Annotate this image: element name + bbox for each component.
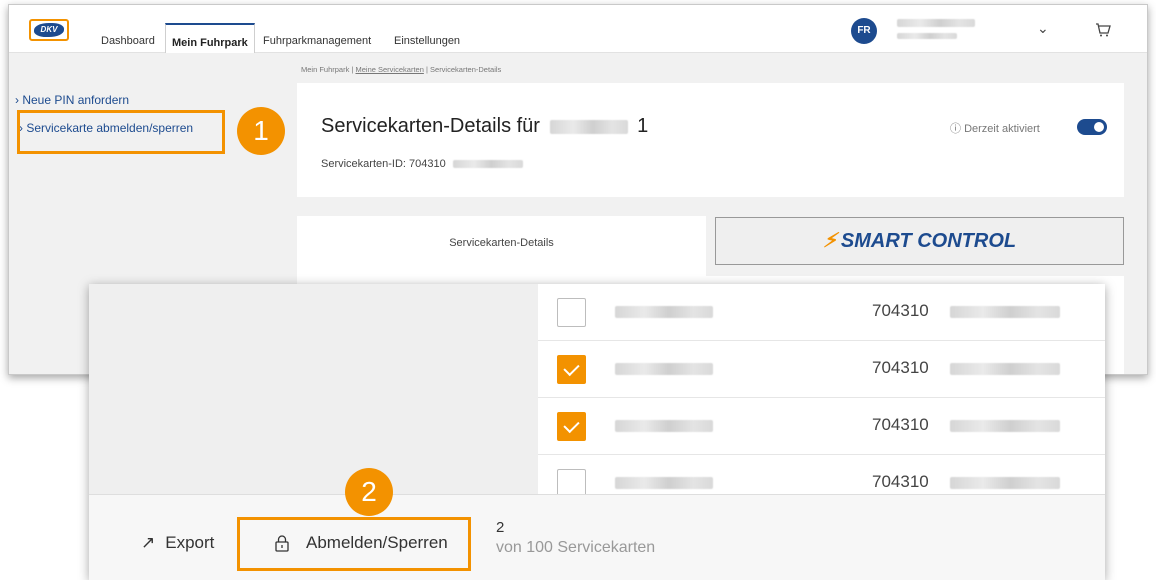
breadcrumb: Mein Fuhrpark | Meine Servicekarten | Se… bbox=[301, 65, 502, 74]
empty-panel bbox=[89, 284, 538, 494]
card-list-screenshot: 704310 704310 704310 704310 ↗ Export Abm… bbox=[89, 284, 1105, 580]
status-label: ⓘ Derzeit aktiviert bbox=[950, 123, 1040, 135]
tab-smart-control[interactable]: ⚡︎ SMART CONTROL bbox=[715, 217, 1124, 265]
card-number: 704310 bbox=[872, 358, 929, 377]
card-name-redacted bbox=[615, 420, 713, 432]
sidebar-item-new-pin[interactable]: › Neue PIN anfordern bbox=[15, 93, 129, 107]
list-item[interactable]: 704310 bbox=[538, 398, 1105, 455]
card-number: 704310 bbox=[872, 301, 929, 320]
user-company-redacted bbox=[897, 33, 957, 39]
export-arrow-icon: ↗ bbox=[141, 533, 156, 552]
breadcrumb-root[interactable]: Mein Fuhrpark bbox=[301, 65, 349, 74]
selected-total: von 100 Servicekarten bbox=[496, 539, 656, 556]
selected-count: 2 bbox=[496, 519, 505, 536]
page-title: Servicekarten-Details für 1 bbox=[321, 115, 649, 137]
nav-mein-fuhrpark[interactable]: Mein Fuhrpark bbox=[165, 23, 255, 53]
list-item[interactable]: 704310 bbox=[538, 341, 1105, 398]
lock-icon bbox=[275, 535, 289, 552]
card-list: 704310 704310 704310 704310 bbox=[538, 284, 1105, 512]
row-checkbox[interactable] bbox=[557, 298, 586, 327]
breadcrumb-middle[interactable]: Meine Servicekarten bbox=[356, 65, 424, 74]
block-button-label: Abmelden/Sperren bbox=[306, 533, 448, 552]
card-number-redacted bbox=[950, 420, 1060, 432]
card-id: Servicekarten-ID: 704310 bbox=[321, 158, 523, 170]
step-marker-2: 2 bbox=[345, 468, 393, 516]
nav-einstellungen[interactable]: Einstellungen bbox=[388, 23, 466, 53]
list-item[interactable]: 704310 bbox=[538, 284, 1105, 341]
row-checkbox[interactable] bbox=[557, 412, 586, 441]
highlight-box-step-1 bbox=[17, 110, 225, 154]
info-icon: ⓘ bbox=[950, 123, 961, 135]
user-name-redacted bbox=[897, 19, 975, 27]
activation-toggle[interactable] bbox=[1077, 119, 1107, 135]
lightning-icon: ⚡︎ bbox=[822, 230, 837, 252]
card-name-redacted bbox=[615, 477, 713, 489]
nav-fuhrparkmanagement[interactable]: Fuhrparkmanagement bbox=[257, 23, 377, 53]
card-number-redacted bbox=[950, 306, 1060, 318]
logo-text: DKV bbox=[34, 23, 64, 37]
card-name-redacted bbox=[549, 119, 628, 134]
dkv-logo[interactable]: DKV bbox=[29, 19, 69, 41]
step-marker-1: 1 bbox=[237, 107, 285, 155]
row-checkbox[interactable] bbox=[557, 355, 586, 384]
chevron-down-icon[interactable]: ⌄ bbox=[1037, 21, 1049, 37]
card-name-redacted bbox=[615, 306, 713, 318]
card-id-redacted bbox=[452, 160, 523, 169]
card-number-redacted bbox=[950, 363, 1060, 375]
tab-servicekarten-details[interactable]: Servicekarten-Details bbox=[297, 216, 706, 276]
breadcrumb-current: Servicekarten-Details bbox=[430, 65, 502, 74]
card-name-redacted bbox=[615, 363, 713, 375]
user-avatar[interactable]: FR bbox=[851, 18, 877, 44]
card-number-redacted bbox=[950, 477, 1060, 489]
top-navigation: DKV Dashboard Mein Fuhrpark Fuhrparkmana… bbox=[9, 5, 1147, 53]
export-button[interactable]: ↗ Export bbox=[141, 533, 214, 553]
details-header-card: Servicekarten-Details für 1 Servicekarte… bbox=[297, 83, 1124, 197]
action-footer: ↗ Export Abmelden/Sperren 2 von 100 Servi… bbox=[89, 494, 1105, 580]
cart-icon[interactable] bbox=[1095, 23, 1111, 37]
nav-dashboard[interactable]: Dashboard bbox=[95, 23, 161, 53]
card-number: 704310 bbox=[872, 415, 929, 434]
card-number: 704310 bbox=[872, 472, 929, 491]
